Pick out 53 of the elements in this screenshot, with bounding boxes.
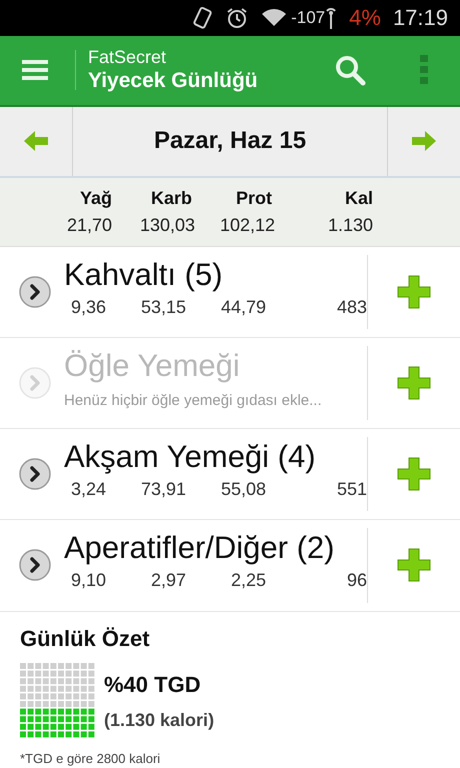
meal-name: Öğle Yemeği xyxy=(64,346,241,385)
alarm-icon xyxy=(225,6,250,30)
total-value: 130,03 xyxy=(140,214,192,238)
meal-value: 9,10 xyxy=(70,569,106,592)
meal-value: 9,36 xyxy=(70,296,106,320)
wifi-icon xyxy=(261,8,288,28)
meal-name: Akşam Yemeği (4) xyxy=(64,438,317,476)
menu-icon[interactable] xyxy=(22,59,48,82)
column-header: Karb xyxy=(150,187,192,210)
date-label: Pazar, Haz 15 xyxy=(152,126,308,156)
empty-meal-note: Henüz hiçbir öğle yemeği gıdası ekle... xyxy=(64,390,322,411)
overflow-menu-icon[interactable] xyxy=(420,55,428,86)
meal-row[interactable]: Aperatifler/Diğer (2) 9,10 2,97 2,25 96 xyxy=(0,520,367,610)
battery-text: 4% xyxy=(349,4,381,32)
meal-value: 2,25 xyxy=(230,569,266,592)
chevron-icon[interactable] xyxy=(18,548,52,582)
meal-value: 483 xyxy=(336,296,367,320)
meal-value: 3,24 xyxy=(70,478,106,502)
column-header: Kal xyxy=(344,187,373,210)
search-icon[interactable] xyxy=(334,54,366,86)
summary-title: Günlük Özet xyxy=(20,624,151,652)
meal-value: 96 xyxy=(346,569,367,592)
total-value: 1.130 xyxy=(326,214,373,238)
meal-row[interactable]: Akşam Yemeği (4) 3,24 73,91 55,08 551 xyxy=(0,429,367,520)
footnote-text: *TGD e göre 2800 kalori xyxy=(20,750,162,768)
column-header: Yağ xyxy=(78,187,112,210)
add-icon[interactable] xyxy=(396,456,432,492)
calorie-label: (1.130 kalori) xyxy=(104,708,214,732)
app-name: FatSecret xyxy=(88,46,168,68)
meal-row[interactable]: Kahvaltı (5) 9,36 53,15 44,79 483 xyxy=(0,247,367,338)
add-icon[interactable] xyxy=(396,365,432,402)
left-arrow-icon xyxy=(24,131,48,152)
chevron-icon[interactable] xyxy=(18,457,52,492)
total-value: 102,12 xyxy=(220,214,272,238)
page-title: Yiyecek Günlüğü xyxy=(88,68,258,94)
signal-text: -107 xyxy=(291,7,326,30)
total-value: 21,70 xyxy=(66,214,112,238)
add-icon[interactable] xyxy=(396,547,432,584)
meal-value: 551 xyxy=(336,478,367,502)
meal-value: 53,15 xyxy=(140,296,186,320)
meal-value: 44,79 xyxy=(220,296,266,320)
meal-value: 73,91 xyxy=(140,478,186,502)
phone-vibrate-icon xyxy=(193,6,214,30)
meal-value: 55,08 xyxy=(220,478,266,502)
add-icon[interactable] xyxy=(396,274,432,310)
right-arrow-icon xyxy=(412,131,436,152)
chevron-icon[interactable] xyxy=(18,275,52,310)
meal-value: 2,97 xyxy=(150,569,186,592)
column-header: Prot xyxy=(235,187,272,210)
percent-label: %40 TGD xyxy=(104,670,202,698)
meal-name: Aperatifler/Diğer (2) xyxy=(64,528,336,567)
meal-name: Kahvaltı (5) xyxy=(64,256,224,294)
clock-text: 17:19 xyxy=(392,4,448,32)
